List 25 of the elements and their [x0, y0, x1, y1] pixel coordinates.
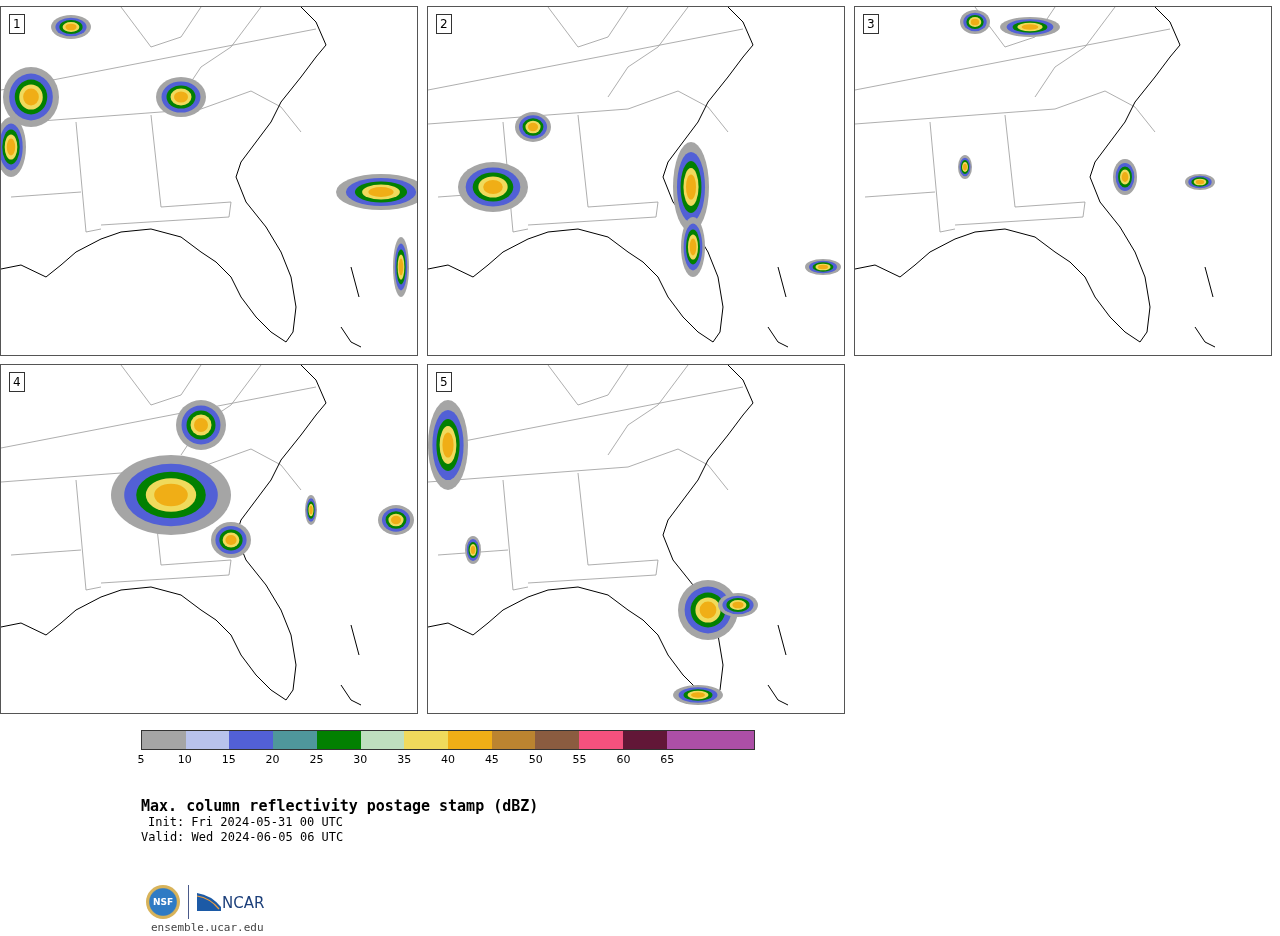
tick-label: 55: [572, 753, 587, 767]
panel-number: 3: [863, 14, 879, 34]
tick-label: 10: [177, 753, 192, 767]
tick-label: 30: [353, 753, 368, 767]
ncar-logo-icon: [197, 893, 221, 911]
panel-number: 4: [9, 372, 25, 392]
tick-label: 50: [528, 753, 543, 767]
init-time: Init: Fri 2024-05-31 00 UTC: [147, 815, 345, 830]
chart-title: Max. column reflectivity postage stamp (dBZ): [141, 797, 540, 815]
tick-label: 15: [221, 753, 236, 767]
tick-label: 25: [309, 753, 324, 767]
tick-label: 65: [660, 753, 675, 767]
tick-label: 20: [265, 753, 280, 767]
ncar-logo-text: NCAR: [222, 895, 265, 911]
tick-label: 45: [484, 753, 499, 767]
panel-number: 5: [436, 372, 452, 392]
tick-label: 5: [137, 753, 145, 767]
valid-time: Valid: Wed 2024-06-05 06 UTC: [141, 830, 345, 845]
site-url: ensemble.ucar.edu: [151, 921, 265, 934]
panel-number: 2: [436, 14, 452, 34]
tick-label: 40: [441, 753, 455, 767]
tick-label: 35: [397, 753, 412, 767]
tick-label: 60: [616, 753, 631, 767]
panel-number: 1: [9, 14, 25, 34]
nsf-logo: NSF: [146, 885, 180, 919]
